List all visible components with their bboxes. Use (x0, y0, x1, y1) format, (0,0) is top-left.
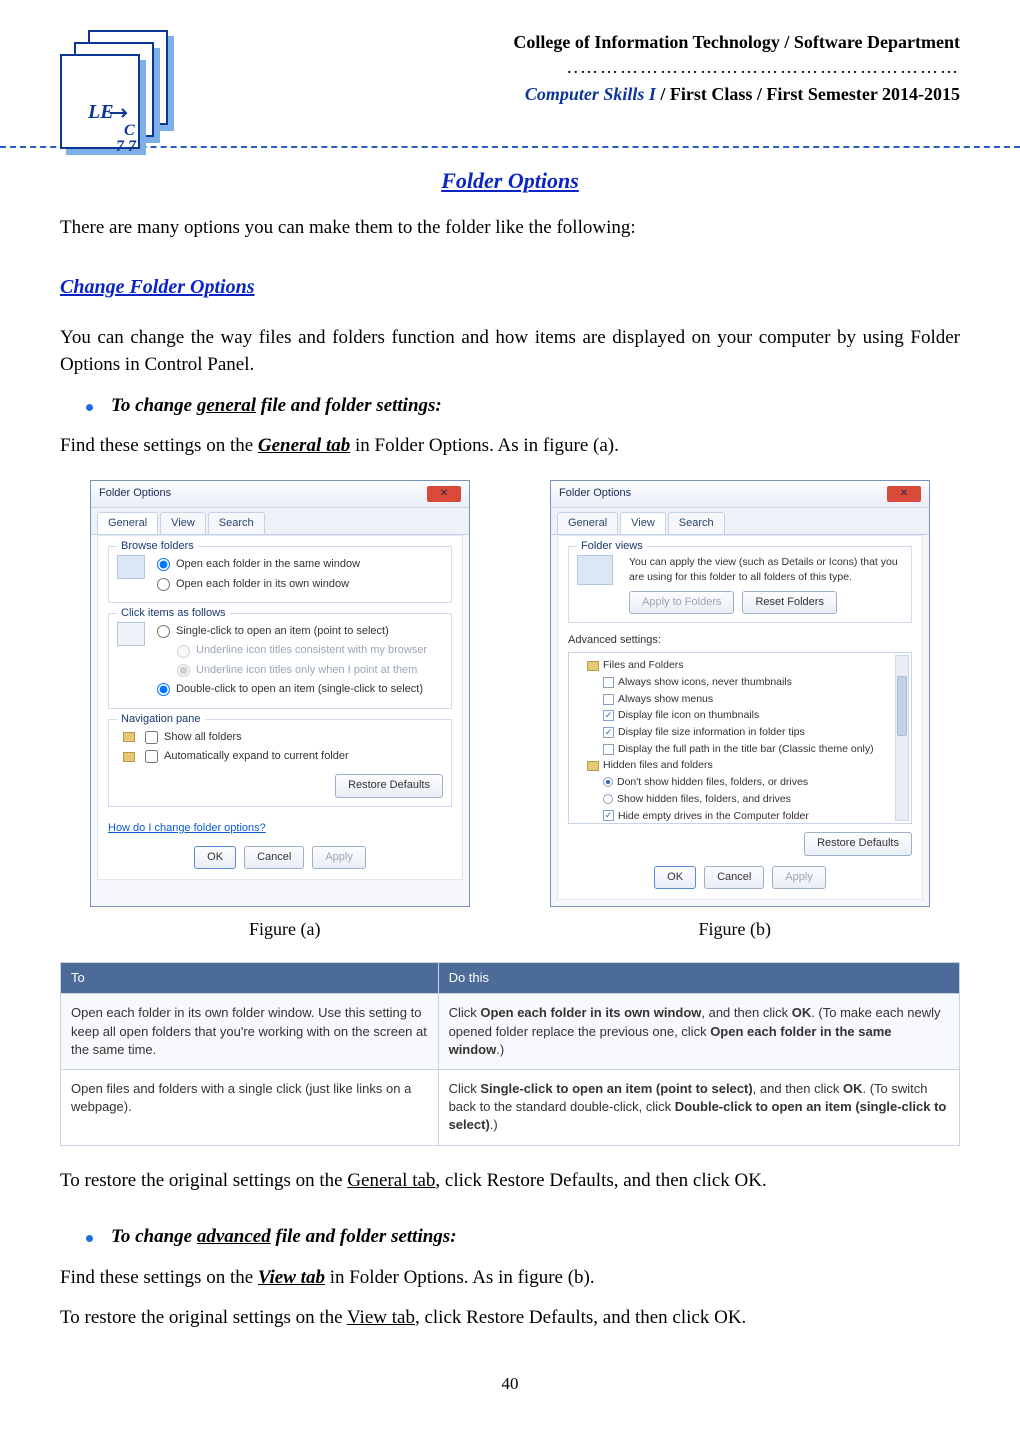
folder-icon (117, 555, 145, 579)
change-paragraph: You can change the way files and folders… (60, 325, 960, 378)
close-icon[interactable]: ✕ (887, 486, 921, 502)
instruction-table: To Do this Open each folder in its own f… (60, 962, 960, 1145)
page-header: LE C 7 7 College of Information Technolo… (60, 30, 960, 140)
group-click-items: Click items as follows (117, 606, 230, 621)
setting-item[interactable]: Always show icons, never thumbnails (573, 674, 907, 691)
close-icon[interactable]: ✕ (427, 486, 461, 502)
reset-folders-button[interactable]: Reset Folders (742, 591, 836, 614)
radio-single-click[interactable] (157, 625, 170, 638)
radio-underline-browser (177, 645, 190, 658)
apply-to-folders-button[interactable]: Apply to Folders (629, 591, 734, 614)
logo: LE C 7 7 (60, 30, 190, 140)
setting-item[interactable]: Hide empty drives in the Computer folder (573, 808, 907, 825)
check-auto-expand[interactable] (145, 750, 158, 763)
bullet-advanced: To change advanced file and folder setti… (86, 1224, 960, 1251)
figure-b-label: Figure (b) (699, 917, 771, 942)
cancel-button[interactable]: Cancel (244, 846, 304, 869)
bullet-general: To change general file and folder settin… (86, 393, 960, 420)
restore-general-line: To restore the original settings on the … (60, 1168, 960, 1195)
help-link[interactable]: How do I change folder options? (108, 822, 266, 834)
title-link[interactable]: Folder Options (441, 168, 579, 193)
restore-defaults-button[interactable]: Restore Defaults (804, 832, 912, 855)
separator (0, 146, 1020, 148)
advanced-settings-list[interactable]: Files and FoldersAlways show icons, neve… (568, 652, 912, 824)
table-header-to: To (61, 963, 439, 994)
table-row: Open each folder in its own folder windo… (61, 994, 960, 1070)
restore-defaults-button[interactable]: Restore Defaults (335, 774, 443, 797)
group-browse-folders: Browse folders (117, 539, 198, 554)
logo-sevens: 7 7 (116, 136, 136, 158)
setting-item[interactable]: Don't show hidden files, folders, or dri… (573, 774, 907, 791)
ok-button[interactable]: OK (654, 866, 696, 889)
header-college: College of Information Technology / Soft… (220, 30, 960, 55)
dialog-view: Folder Options ✕ General View Search Fol… (550, 480, 930, 907)
table-row: Open files and folders with a single cli… (61, 1070, 960, 1146)
tab-search[interactable]: Search (208, 512, 265, 534)
folder-icon (123, 752, 135, 762)
tab-view[interactable]: View (620, 512, 666, 534)
radio-underline-point (177, 664, 190, 677)
group-navigation-pane: Navigation pane (117, 712, 205, 727)
dialog-general: Folder Options ✕ General View Search Bro… (90, 480, 470, 907)
ok-button[interactable]: OK (194, 846, 236, 869)
view-find-line: Find these settings on the View tab in F… (60, 1265, 960, 1292)
radio-double-click[interactable] (157, 683, 170, 696)
setting-item: Hidden files and folders (573, 757, 907, 774)
intro-paragraph: There are many options you can make them… (60, 215, 960, 242)
tab-general[interactable]: General (557, 512, 618, 534)
tab-search[interactable]: Search (668, 512, 725, 534)
advanced-settings-label: Advanced settings: (568, 633, 912, 648)
setting-item[interactable]: Always show menus (573, 691, 907, 708)
setting-item[interactable]: Display file icon on thumbnails (573, 707, 907, 724)
table-header-dothis: Do this (438, 963, 959, 994)
change-folder-options-heading[interactable]: Change Folder Options (60, 273, 254, 301)
dialog-a-title: Folder Options (99, 486, 171, 501)
folder-view-icon (577, 555, 613, 585)
setting-item[interactable]: Display the full path in the title bar (… (573, 741, 907, 758)
restore-view-line: To restore the original settings on the … (60, 1305, 960, 1332)
apply-button[interactable]: Apply (772, 866, 826, 889)
tab-view[interactable]: View (160, 512, 206, 534)
page-number: 40 (60, 1372, 960, 1396)
bullet-dot-icon (86, 404, 93, 411)
radio-own-window[interactable] (157, 578, 170, 591)
apply-button[interactable]: Apply (312, 846, 366, 869)
group-folder-views: Folder views (577, 539, 647, 554)
radio-same-window[interactable] (157, 558, 170, 571)
header-dots: ..………………………………………………… (220, 55, 960, 80)
cancel-button[interactable]: Cancel (704, 866, 764, 889)
page-title: Folder Options (60, 166, 960, 197)
check-show-all-folders[interactable] (145, 731, 158, 744)
general-find-line: Find these settings on the General tab i… (60, 433, 960, 460)
bullet-dot-icon (86, 1235, 93, 1242)
header-course-rest: / First Class / First Semester 2014-2015 (656, 84, 960, 104)
folder-icon (123, 732, 135, 742)
setting-item[interactable]: Show hidden files, folders, and drives (573, 791, 907, 808)
scrollbar[interactable] (895, 655, 909, 821)
setting-item[interactable]: Display file size information in folder … (573, 724, 907, 741)
tab-general[interactable]: General (97, 512, 158, 534)
header-course-italic: Computer Skills I (525, 84, 656, 104)
dialog-b-title: Folder Options (559, 486, 631, 501)
figure-a-label: Figure (a) (249, 917, 320, 942)
cursor-icon (117, 622, 145, 646)
setting-item: Files and Folders (573, 657, 907, 674)
